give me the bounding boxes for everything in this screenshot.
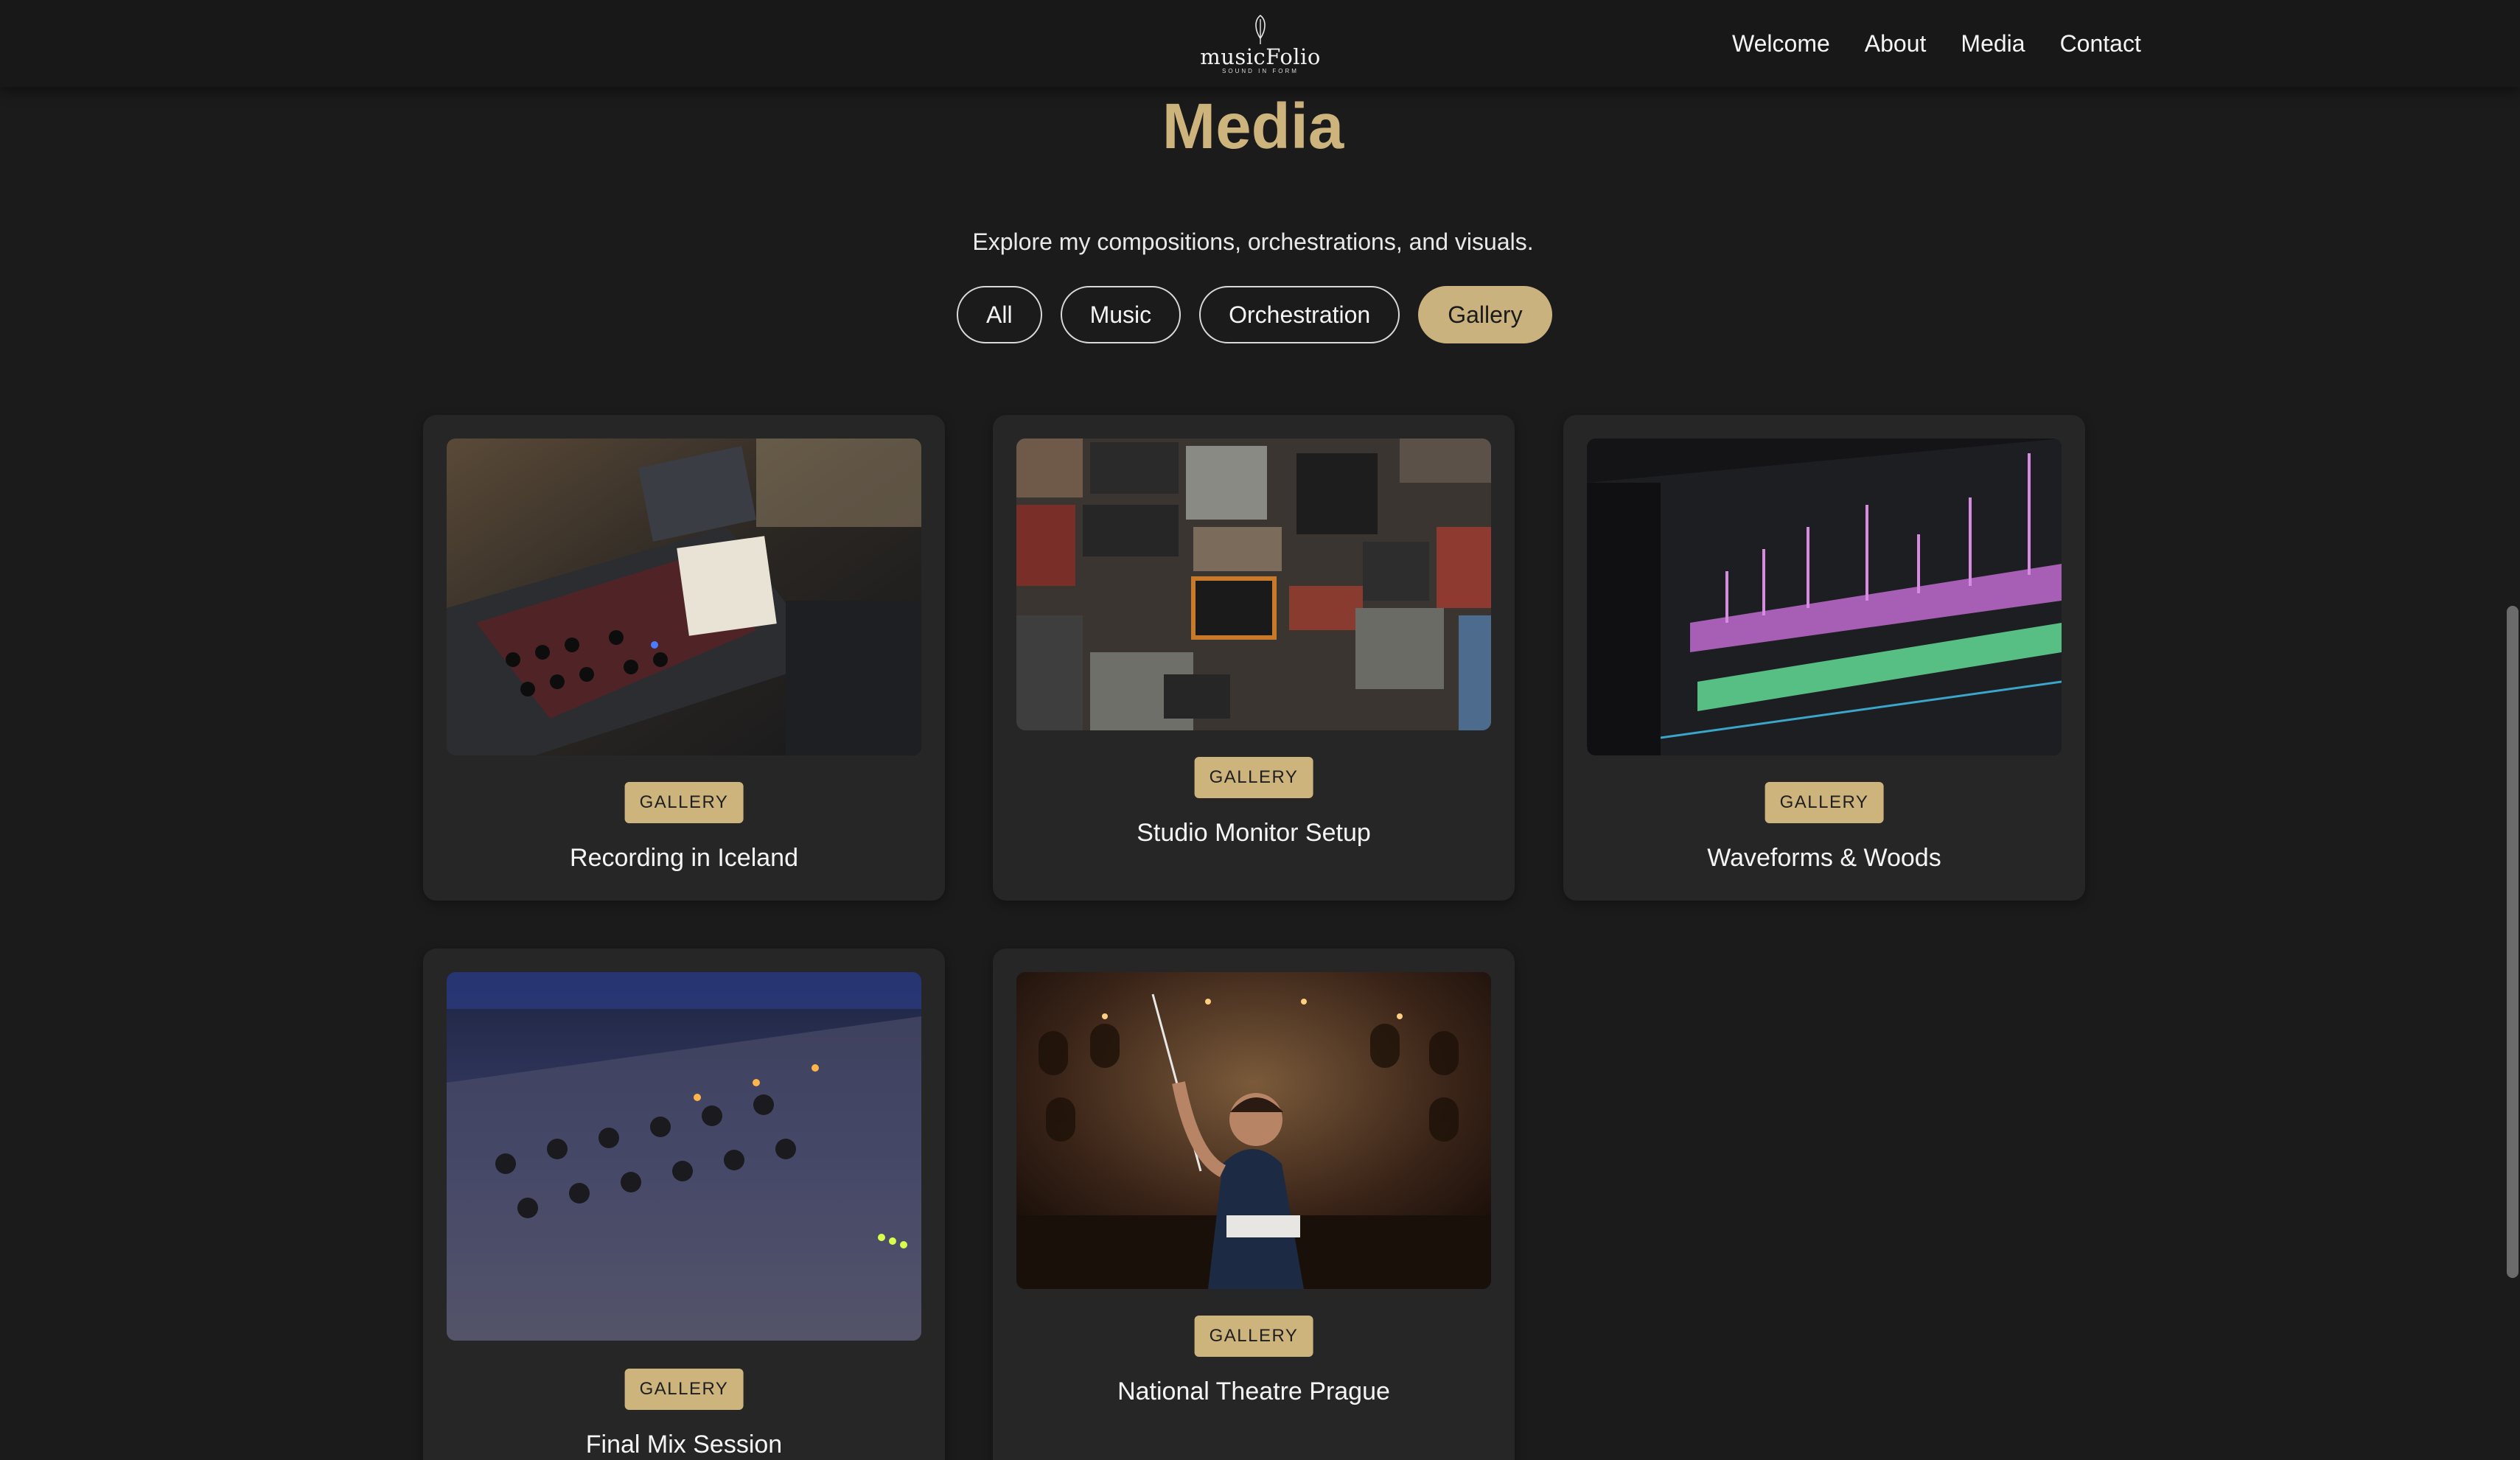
card-title[interactable]: Final Mix Session bbox=[423, 1428, 945, 1460]
main-nav: Welcome About Media Contact bbox=[1732, 28, 2141, 59]
page-title: Media bbox=[1162, 91, 1344, 162]
media-page: musicFolio SOUND IN FORM Welcome About M… bbox=[0, 0, 2520, 1460]
category-badge: GALLERY bbox=[1765, 782, 1884, 823]
studio-mixing-desk-photo[interactable] bbox=[447, 439, 921, 755]
media-card-waveforms-and-woods[interactable]: GALLERY Waveforms & Woods bbox=[1563, 415, 2085, 901]
category-badge: GALLERY bbox=[1194, 1316, 1313, 1357]
site-header: musicFolio SOUND IN FORM Welcome About M… bbox=[0, 0, 2520, 87]
card-title[interactable]: Studio Monitor Setup bbox=[993, 817, 1515, 849]
media-filter-bar: All Music Orchestration Gallery bbox=[957, 286, 1552, 343]
filter-orchestration[interactable]: Orchestration bbox=[1199, 286, 1400, 343]
brand-logo[interactable]: musicFolio SOUND IN FORM bbox=[1194, 13, 1327, 81]
media-card-national-theatre-prague[interactable]: GALLERY National Theatre Prague bbox=[993, 949, 1515, 1460]
filter-music[interactable]: Music bbox=[1060, 286, 1182, 343]
brand-name: musicFolio bbox=[1200, 44, 1321, 69]
card-title[interactable]: National Theatre Prague bbox=[993, 1375, 1515, 1408]
page-scrollbar[interactable] bbox=[2504, 0, 2520, 1460]
scrollbar-thumb[interactable] bbox=[2507, 606, 2519, 1278]
page-subtitle: Explore my compositions, orchestrations,… bbox=[972, 228, 1534, 255]
media-card-recording-in-iceland[interactable]: GALLERY Recording in Iceland bbox=[423, 415, 945, 901]
media-card-final-mix-session[interactable]: GALLERY Final Mix Session bbox=[423, 949, 945, 1460]
nav-contact[interactable]: Contact bbox=[2060, 28, 2141, 59]
card-title[interactable]: Recording in Iceland bbox=[423, 842, 945, 874]
conductor-orchestra-photo[interactable] bbox=[1016, 972, 1491, 1289]
quill-leaf-icon bbox=[1255, 14, 1266, 44]
card-title[interactable]: Waveforms & Woods bbox=[1563, 842, 2085, 874]
amplifier-wall-photo[interactable] bbox=[1016, 439, 1491, 730]
media-card-studio-monitor-setup[interactable]: GALLERY Studio Monitor Setup bbox=[993, 415, 1515, 901]
category-badge: GALLERY bbox=[624, 1369, 744, 1410]
category-badge: GALLERY bbox=[1194, 757, 1313, 798]
daw-waveform-screen-photo[interactable] bbox=[1587, 439, 2062, 755]
filter-gallery[interactable]: Gallery bbox=[1418, 286, 1552, 343]
mixing-console-closeup-photo[interactable] bbox=[447, 972, 921, 1341]
nav-media[interactable]: Media bbox=[1961, 28, 2025, 59]
filter-all[interactable]: All bbox=[957, 286, 1042, 343]
nav-about[interactable]: About bbox=[1865, 28, 1927, 59]
category-badge: GALLERY bbox=[624, 782, 744, 823]
nav-welcome[interactable]: Welcome bbox=[1732, 28, 1830, 59]
